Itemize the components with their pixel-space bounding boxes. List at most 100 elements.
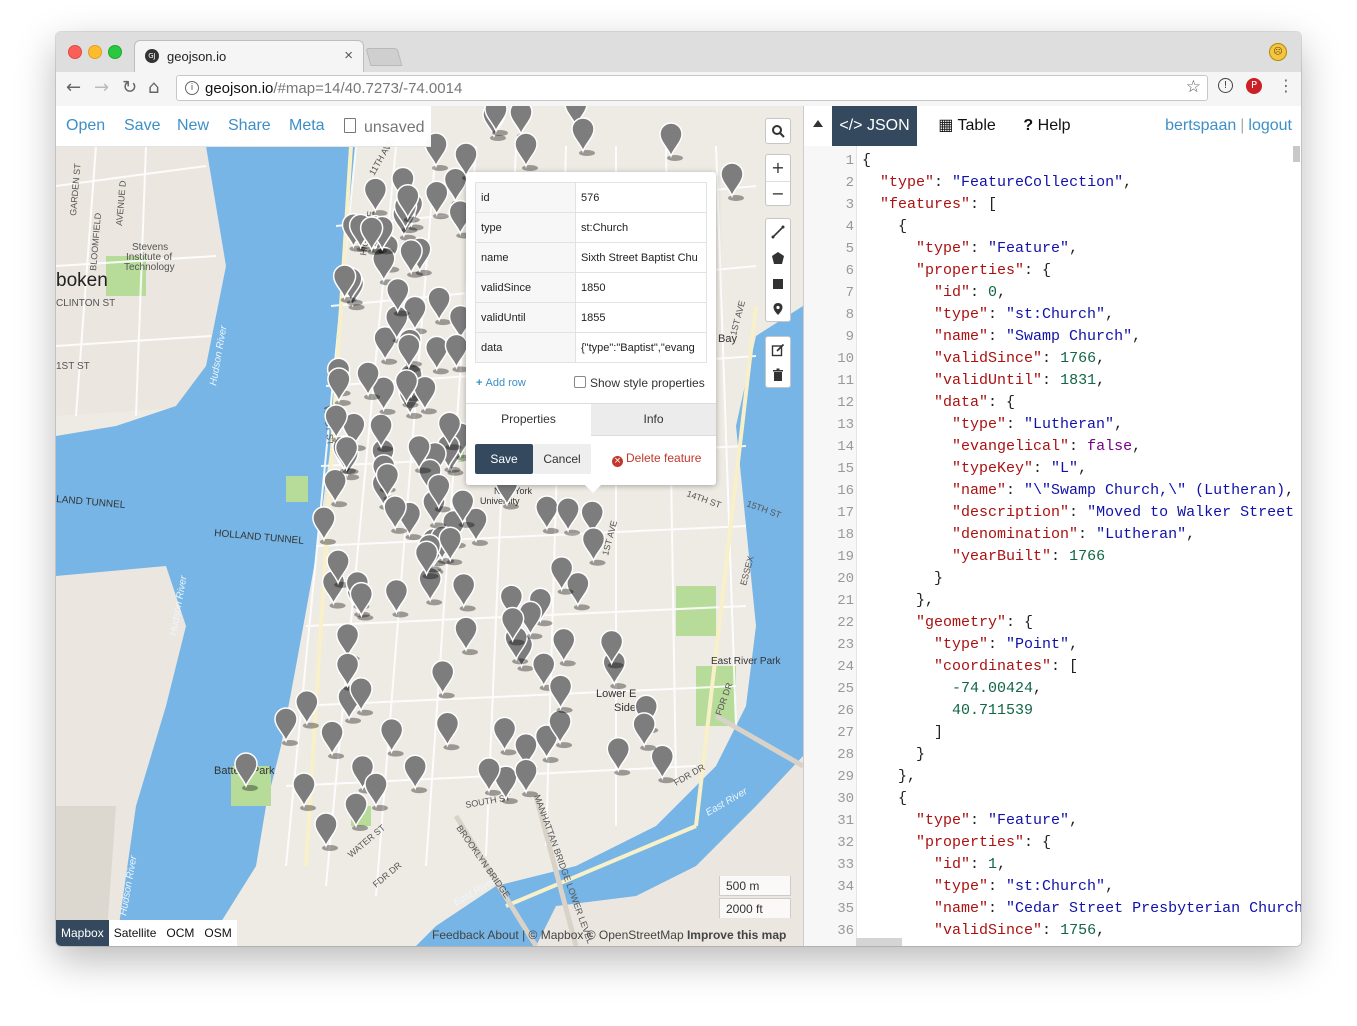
code-line[interactable]: }: [862, 568, 943, 590]
browser-tab[interactable]: GJ geojson.io ×: [134, 40, 364, 72]
code-line[interactable]: -74.00424,: [862, 678, 1042, 700]
minimize-window-button[interactable]: [88, 45, 102, 59]
extension-icon[interactable]: !: [1218, 78, 1233, 93]
code-line[interactable]: "yearBuilt": 1766: [862, 546, 1105, 568]
property-key[interactable]: name: [475, 242, 576, 273]
meta-button[interactable]: Meta: [289, 117, 325, 135]
code-line[interactable]: "type": "Lutheran",: [862, 414, 1123, 436]
show-style-checkbox[interactable]: [574, 376, 586, 388]
open-button[interactable]: Open: [66, 117, 105, 135]
code-line[interactable]: "id": 0,: [862, 282, 1006, 304]
edit-icon[interactable]: [766, 338, 790, 362]
popup-save-button[interactable]: Save: [475, 444, 533, 474]
address-bar[interactable]: i geojson.io/#map=14/40.7273/-74.0014 ☆: [176, 75, 1208, 101]
save-menu-button[interactable]: Save: [124, 117, 160, 135]
code-line[interactable]: "type": "Feature",: [862, 810, 1078, 832]
property-key[interactable]: data: [475, 332, 576, 363]
tab-json[interactable]: </> JSON: [832, 106, 917, 146]
code-line[interactable]: 40.711539: [862, 700, 1033, 722]
search-control[interactable]: [765, 118, 791, 144]
draw-line-icon[interactable]: [766, 220, 790, 244]
code-line[interactable]: "validUntil": 1831,: [862, 370, 1105, 392]
reload-icon[interactable]: ↻: [122, 77, 137, 98]
draw-polygon-icon[interactable]: [766, 246, 790, 270]
show-style-toggle[interactable]: Show style properties: [574, 376, 705, 390]
draw-rectangle-icon[interactable]: [766, 272, 790, 296]
property-value[interactable]: 576: [575, 182, 707, 213]
code-line[interactable]: }: [862, 744, 925, 766]
profile-emoji-icon[interactable]: ☹: [1269, 43, 1287, 61]
property-value[interactable]: st:Church: [575, 212, 707, 243]
code-line[interactable]: "geometry": {: [862, 612, 1033, 634]
code-line[interactable]: },: [862, 590, 934, 612]
popup-cancel-button[interactable]: Cancel: [533, 444, 591, 474]
close-window-button[interactable]: [68, 45, 82, 59]
new-button[interactable]: New: [177, 117, 209, 135]
code-line[interactable]: "properties": {: [862, 260, 1051, 282]
pinterest-icon[interactable]: P: [1246, 78, 1262, 94]
code-line[interactable]: "type": "Point",: [862, 634, 1078, 656]
code-line[interactable]: "name": "\"Swamp Church,\" (Lutheran),: [862, 480, 1294, 502]
maximize-window-button[interactable]: [108, 45, 122, 59]
url-text[interactable]: geojson.io/#map=14/40.7273/-74.0014: [205, 80, 462, 97]
collapse-arrow-icon[interactable]: [813, 120, 823, 127]
info-icon[interactable]: i: [185, 81, 199, 95]
layer-ocm[interactable]: OCM: [161, 920, 199, 946]
code-line[interactable]: {: [862, 216, 907, 238]
username-link[interactable]: bertspaan: [1165, 117, 1236, 134]
code-line[interactable]: "data": {: [862, 392, 1015, 414]
property-key[interactable]: validSince: [475, 272, 576, 303]
document-status[interactable]: unsaved: [344, 117, 425, 137]
code-line[interactable]: ]: [862, 722, 943, 744]
close-tab-icon[interactable]: ×: [344, 47, 353, 64]
code-line[interactable]: "type": "st:Church",: [862, 876, 1114, 898]
property-value[interactable]: {"type":"Baptist","evang: [575, 332, 707, 363]
json-editor[interactable]: 1 2 3 4 5 6 7 8 9 10 11 12 13 14 15 16 17 18 19 20 21 22 23 24 2…: [804, 146, 1301, 946]
layer-satellite[interactable]: Satellite: [109, 920, 162, 946]
new-tab-button[interactable]: [365, 48, 403, 66]
tab-table[interactable]: ▦ Table: [922, 106, 1012, 146]
improve-map-link[interactable]: Improve this map: [687, 928, 786, 942]
horizontal-scrollbar[interactable]: [856, 938, 902, 946]
about-link[interactable]: About: [487, 928, 518, 942]
property-key[interactable]: id: [475, 182, 576, 213]
code-line[interactable]: "coordinates": [: [862, 656, 1078, 678]
code-line[interactable]: "validSince": 1766,: [862, 348, 1105, 370]
tab-properties[interactable]: Properties: [466, 403, 592, 435]
code-line[interactable]: "features": [: [862, 194, 997, 216]
code-line[interactable]: {: [862, 150, 871, 172]
layer-mapbox[interactable]: Mapbox: [56, 920, 109, 946]
vertical-scrollbar[interactable]: [1293, 146, 1300, 162]
code-line[interactable]: "denomination": "Lutheran",: [862, 524, 1195, 546]
code-line[interactable]: {: [862, 788, 907, 810]
code-line[interactable]: "description": "Moved to Walker Street: [862, 502, 1294, 524]
add-row-button[interactable]: + Add row: [476, 377, 526, 389]
layer-osm[interactable]: OSM: [199, 920, 236, 946]
code-line[interactable]: "type": "FeatureCollection",: [862, 172, 1132, 194]
trash-icon[interactable]: [766, 363, 790, 387]
code-line[interactable]: "properties": {: [862, 832, 1051, 854]
code-line[interactable]: },: [862, 766, 916, 788]
code-line[interactable]: "typeKey": "L",: [862, 458, 1087, 480]
property-value[interactable]: 1850: [575, 272, 707, 303]
share-button[interactable]: Share: [228, 117, 271, 135]
zoom-out-button[interactable]: −: [766, 181, 790, 206]
forward-arrow-icon[interactable]: →: [94, 77, 109, 98]
code-line[interactable]: "id": 1,: [862, 854, 1006, 876]
search-icon[interactable]: [766, 119, 790, 143]
back-arrow-icon[interactable]: ←: [66, 77, 81, 98]
code-line[interactable]: "evangelical": false,: [862, 436, 1141, 458]
code-line[interactable]: "type": "Feature",: [862, 238, 1078, 260]
tab-help[interactable]: ? Help: [1012, 106, 1082, 146]
home-icon[interactable]: ⌂: [148, 77, 159, 98]
tab-info[interactable]: Info: [591, 403, 716, 436]
logout-link[interactable]: logout: [1248, 117, 1292, 134]
code-line[interactable]: "name": "Cedar Street Presbyterian Churc…: [862, 898, 1301, 920]
property-key[interactable]: type: [475, 212, 576, 243]
draw-marker-icon[interactable]: [766, 297, 790, 321]
code-line[interactable]: "type": "st:Church",: [862, 304, 1114, 326]
property-value[interactable]: Sixth Street Baptist Chu: [575, 242, 707, 273]
code-line[interactable]: "name": "Swamp Church",: [862, 326, 1141, 348]
bookmark-star-icon[interactable]: ☆: [1186, 77, 1201, 97]
zoom-in-button[interactable]: +: [766, 156, 790, 180]
